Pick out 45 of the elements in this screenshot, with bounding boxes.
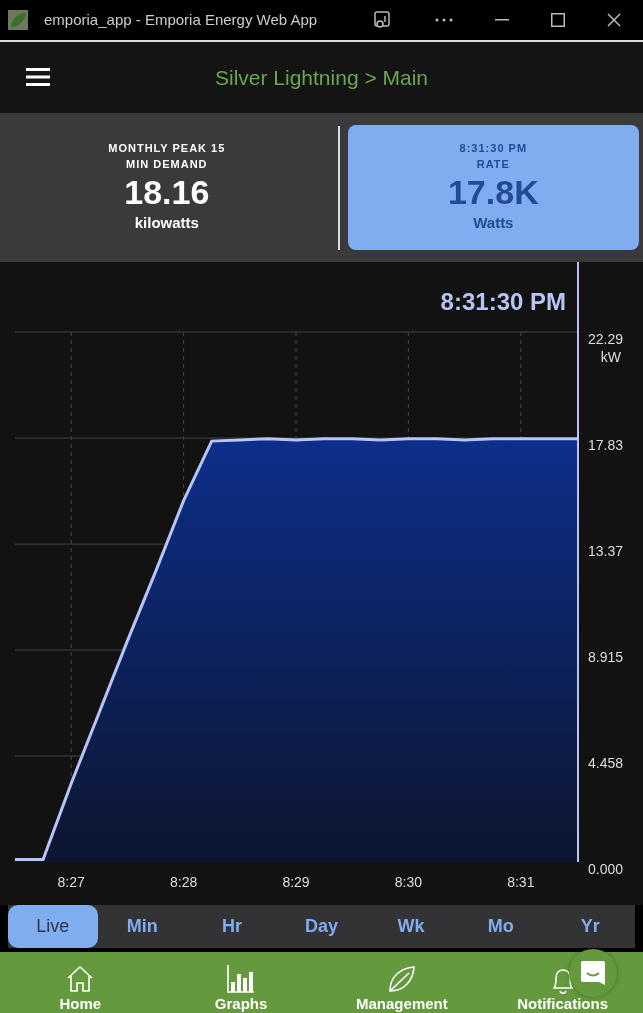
app-search-icon[interactable] [373, 10, 393, 30]
bell-icon [552, 969, 573, 994]
y-tick-label: 13.37 [588, 543, 624, 560]
y-tick-label: 4.458 [588, 755, 624, 771]
range-tab[interactable]: Hr [187, 905, 277, 948]
x-tick-label: 8:29 [282, 874, 310, 890]
x-tick-label: 8:28 [170, 874, 198, 890]
x-tick-label: 8:27 [57, 874, 85, 890]
y-tick-label: 0.000 [588, 861, 624, 877]
y-tick-label: 8.915 [588, 649, 624, 665]
nav-notifications[interactable]: Notifications [482, 952, 643, 1013]
stat-unit: kilowatts [134, 213, 199, 234]
x-tick-label: 8:31 [507, 874, 535, 890]
menu-icon[interactable] [26, 68, 50, 86]
range-tab[interactable]: Day [276, 905, 367, 948]
axis-unit: kW [600, 349, 621, 365]
chat-button[interactable] [569, 949, 617, 997]
chat-icon [578, 958, 608, 988]
stat-value: 17.8K [447, 172, 539, 213]
y-tick-label: 17.83 [588, 437, 624, 454]
range-tab[interactable]: Mo [455, 905, 546, 948]
range-tab[interactable]: Yr [545, 905, 636, 948]
stat-label: RATE [476, 157, 510, 173]
page-title: Silver Lightning > Main [214, 64, 428, 91]
nav-graphs[interactable]: Graphs [160, 952, 322, 1013]
stat-value: 18.16 [124, 172, 210, 213]
range-tab[interactable]: Wk [366, 905, 456, 948]
bar-chart-icon [226, 964, 257, 994]
nav-management[interactable]: Management [321, 952, 483, 1013]
window-title: emporia_app - Emporia Energy Web App [44, 9, 319, 30]
reading-time: 8:31:30 PM [459, 141, 528, 157]
y-tick-label: 22.29 [588, 331, 624, 347]
x-tick-label: 8:30 [394, 874, 422, 890]
stat-unit: Watts [473, 213, 514, 234]
close-icon[interactable] [607, 13, 621, 27]
maximize-icon[interactable] [551, 13, 565, 27]
current-time: 8:31:30 PM [440, 288, 566, 315]
nav-home[interactable]: Home [0, 952, 161, 1013]
range-tab[interactable]: Live [8, 905, 98, 948]
leaf-icon [386, 964, 417, 994]
stat-label: MONTHLY PEAK 15 MIN DEMAND [107, 141, 227, 173]
minimize-icon[interactable] [495, 19, 509, 21]
range-tab[interactable]: Min [97, 905, 188, 948]
app-leaf-icon [8, 10, 28, 30]
more-icon[interactable] [435, 18, 453, 22]
